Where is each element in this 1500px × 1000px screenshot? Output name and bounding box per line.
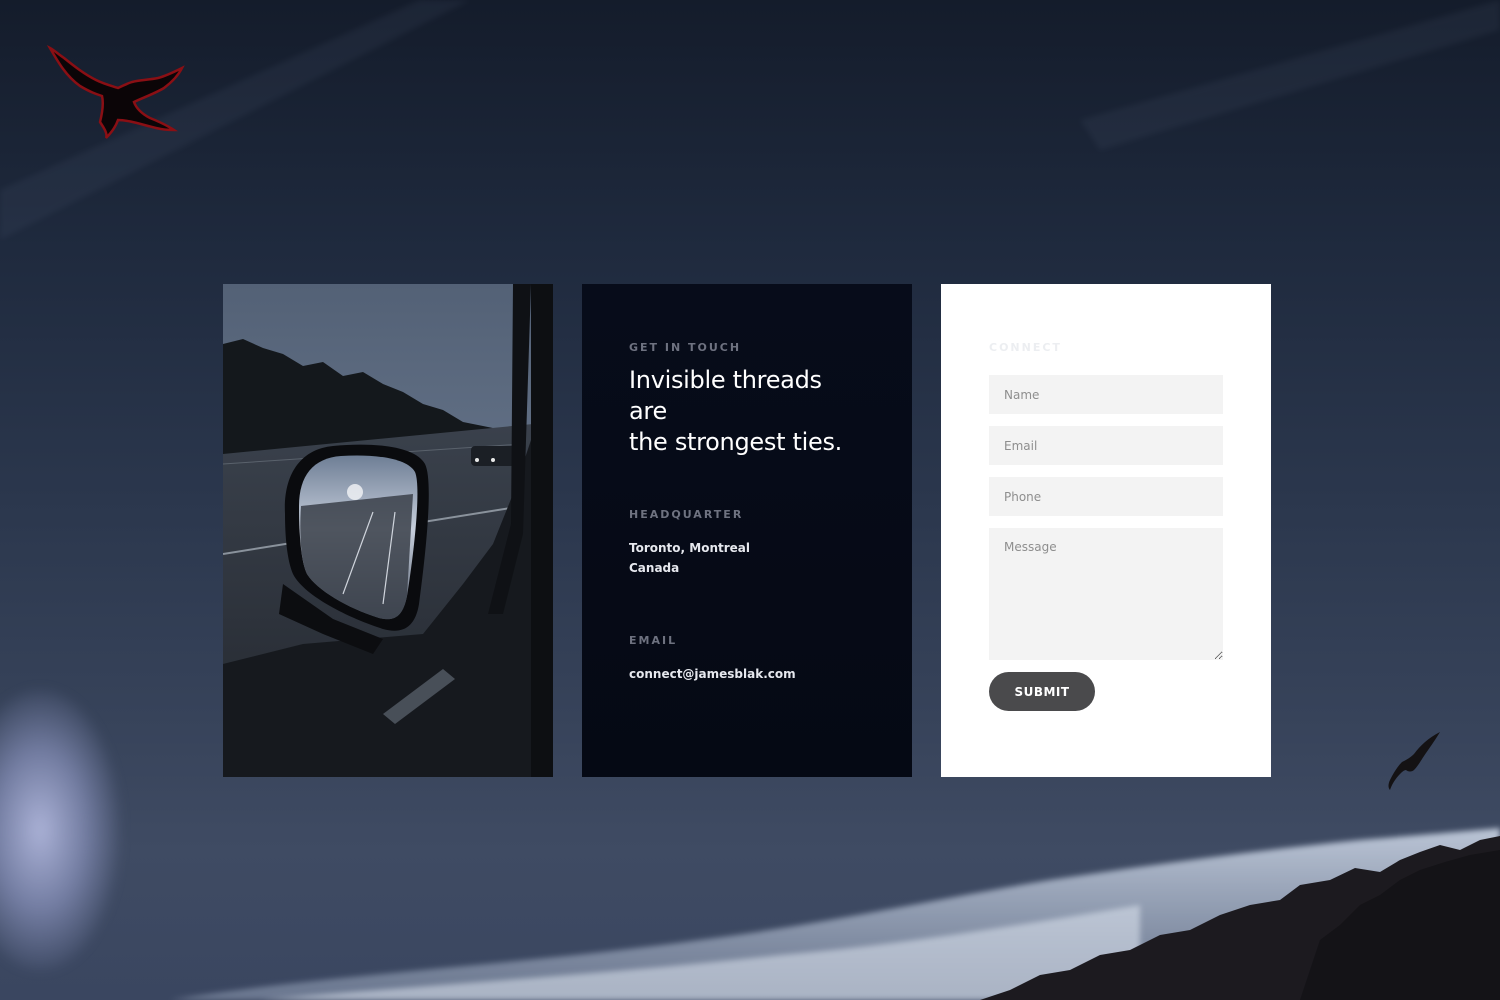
info-eyebrow: GET IN TOUCH	[629, 341, 742, 354]
contact-form-panel: CONNECT SUBMIT	[941, 284, 1271, 777]
name-field[interactable]	[989, 375, 1223, 414]
car-mirror-photo	[223, 284, 553, 777]
headline-line-2: the strongest ties.	[629, 428, 842, 456]
eagle-icon[interactable]	[44, 42, 186, 140]
info-headline: Invisible threads are the strongest ties…	[629, 365, 865, 458]
photo-panel	[223, 284, 553, 777]
message-field[interactable]	[989, 528, 1223, 660]
submit-button[interactable]: SUBMIT	[989, 672, 1095, 711]
email-field[interactable]	[989, 426, 1223, 465]
hq-line-2: Canada	[629, 561, 680, 575]
headline-line-1: Invisible threads are	[629, 366, 822, 425]
phone-field[interactable]	[989, 477, 1223, 516]
form-eyebrow: CONNECT	[989, 341, 1062, 354]
seagull-icon	[1388, 732, 1440, 790]
headquarter-address: Toronto, Montreal Canada	[629, 538, 865, 578]
headquarter-label: HEADQUARTER	[629, 508, 744, 521]
contact-info-panel: GET IN TOUCH Invisible threads are the s…	[582, 284, 912, 777]
email-label: EMAIL	[629, 634, 678, 647]
hq-line-1: Toronto, Montreal	[629, 541, 750, 555]
email-address-link[interactable]: connect@jamesblak.com	[629, 664, 865, 684]
